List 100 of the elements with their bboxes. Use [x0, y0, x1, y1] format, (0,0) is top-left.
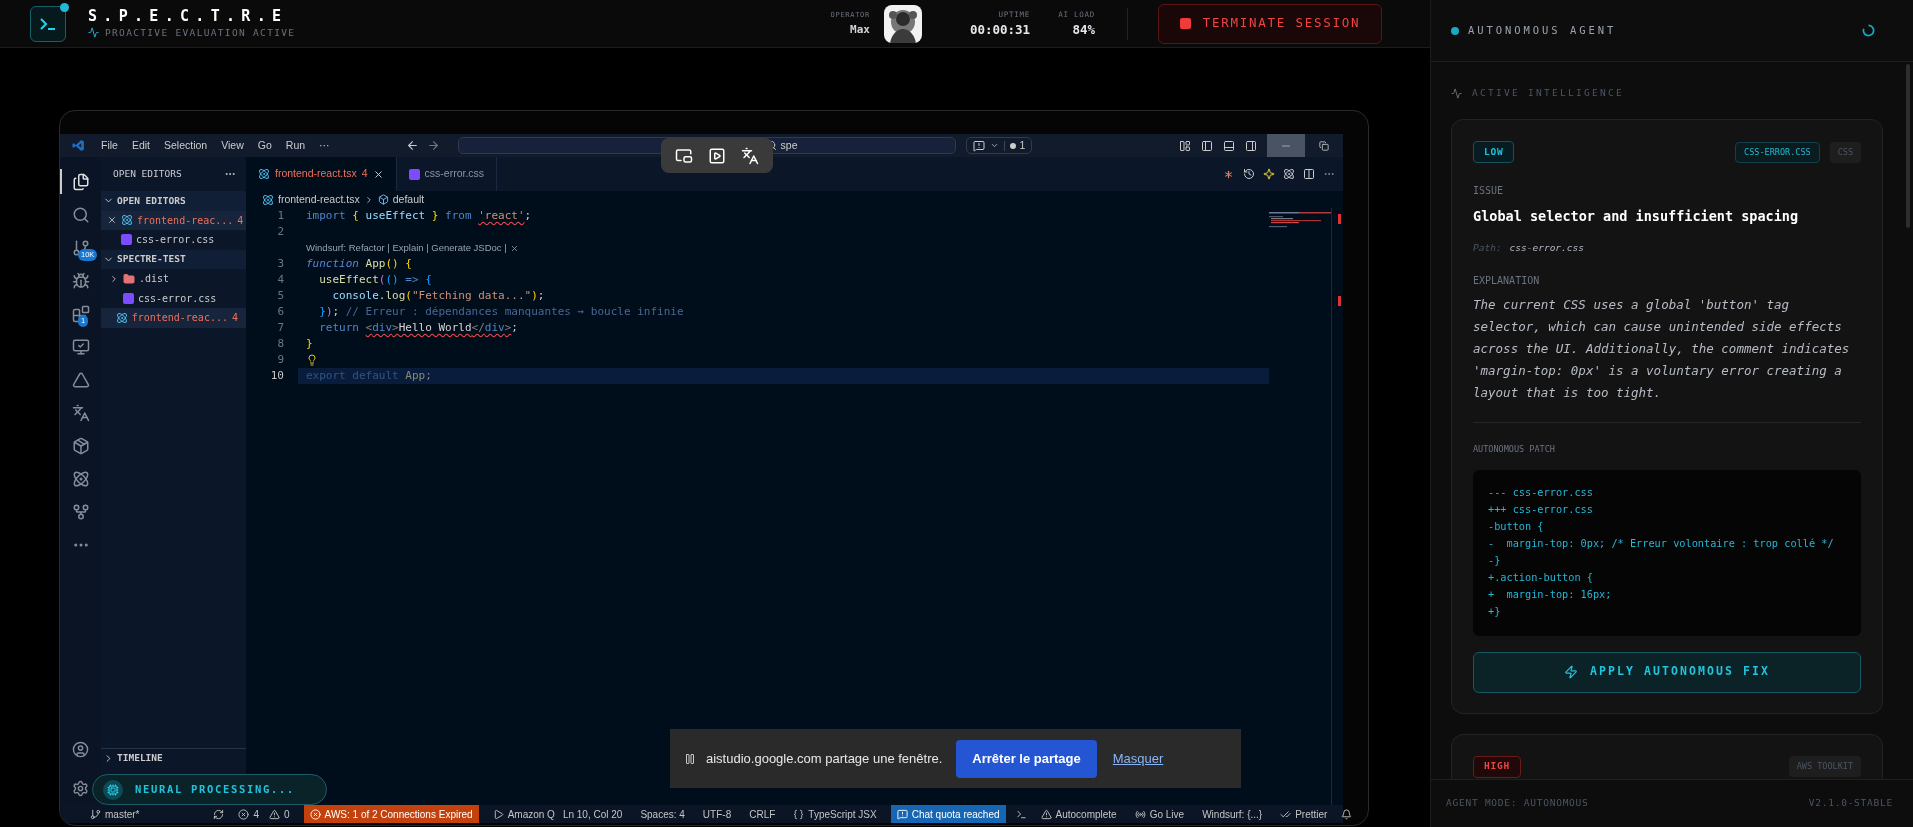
restore-icon [1319, 140, 1329, 151]
apply-fix-button[interactable]: APPLY AUTONOMOUS FIX [1473, 651, 1861, 693]
file-tag: AWS TOOLKIT [1788, 756, 1861, 777]
bell-icon[interactable] [1341, 808, 1353, 820]
patch-line: +.action-button { [1488, 569, 1594, 585]
menu-item[interactable]: View [215, 137, 250, 154]
line-number: 7 [276, 319, 285, 336]
status-item[interactable]: TypeScript JSX [789, 805, 881, 823]
translate-icon[interactable] [71, 403, 90, 422]
stop-sharing-button[interactable]: Arrêter le partage [956, 739, 1097, 778]
severity-badge: HIGH [1473, 755, 1521, 778]
explorer-row[interactable]: css-error.css [101, 288, 246, 308]
layout-icon[interactable] [1179, 139, 1191, 152]
css-file-icon [121, 234, 132, 246]
status-item[interactable]: CRLF [745, 805, 780, 823]
section-header[interactable]: SPECTRE-TEST [101, 249, 246, 269]
breadcrumb-item[interactable]: frontend-react.tsx [262, 191, 360, 208]
notification-count: 1 [1009, 137, 1026, 154]
package-icon[interactable] [71, 436, 90, 455]
split-editor-icon[interactable] [1303, 168, 1315, 180]
line-number: 6 [276, 303, 285, 320]
status-item[interactable]: Go Live [1130, 805, 1189, 823]
patch-label: AUTONOMOUS PATCH [1473, 442, 1556, 456]
issue-title: Global selector and insufficient spacing [1473, 207, 1800, 227]
menu-item[interactable]: Go [251, 137, 278, 154]
menu-item[interactable]: Selection [158, 137, 214, 154]
files-icon[interactable] [71, 172, 90, 191]
menu-item[interactable]: Run [279, 137, 312, 154]
triangle-icon[interactable] [71, 370, 90, 389]
path-label: Path: [1473, 240, 1502, 255]
patch-line: --- css-error.css [1488, 484, 1594, 500]
codelens-actions[interactable]: Windsurf: Refactor | Explain | Generate JSDoc | [306, 240, 519, 256]
history-icon[interactable] [1243, 168, 1255, 180]
version-label: V2.1.0-STABLE [1808, 796, 1893, 811]
copilot-control[interactable]: 1 [965, 137, 1033, 154]
status-item[interactable]: Ln 10, Col 20 [558, 805, 627, 823]
status-item[interactable]: 4 [234, 805, 263, 823]
breadcrumb-item[interactable]: default [363, 191, 425, 208]
lightbulb-icon[interactable] [306, 354, 318, 366]
monitor-icon[interactable] [71, 337, 90, 356]
status-item[interactable]: Chat quota reached [890, 805, 1006, 823]
explorer-row[interactable]: .dist [101, 269, 246, 289]
editor-tab[interactable]: css-error.css [396, 157, 498, 191]
patch-line: -} [1488, 552, 1502, 568]
account-icon[interactable] [72, 741, 89, 758]
explorer-row[interactable]: css-error.css [101, 230, 246, 250]
menu-item[interactable]: ··· [313, 137, 336, 154]
sparkle-icon[interactable] [1263, 168, 1275, 180]
fork-icon[interactable] [71, 502, 90, 521]
line-number: 9 [276, 351, 285, 368]
terminal-icon[interactable] [1015, 808, 1027, 820]
code-line: console.log("Fetching data..."); [331, 288, 546, 304]
video-sparkle-icon[interactable] [708, 146, 726, 165]
status-item[interactable]: Spaces: 4 [636, 805, 689, 823]
patch-line: +} [1488, 603, 1502, 619]
panel-bottom-icon[interactable] [1223, 139, 1235, 152]
patch-line: +++ css-error.css [1488, 501, 1594, 517]
close-icon[interactable] [107, 215, 117, 226]
play-icon [492, 808, 504, 820]
line-number: 8 [276, 335, 285, 352]
status-item[interactable]: Windsurf: {...} [1198, 805, 1267, 823]
line-number: 10 [269, 367, 285, 384]
code-line: return <div>Hello World</div>; [318, 320, 519, 336]
react-icon [121, 214, 133, 227]
explorer-row[interactable]: frontend-reac... 4 [101, 210, 246, 230]
translate-icon[interactable] [741, 146, 760, 165]
menu-item[interactable]: File [95, 137, 124, 154]
close-icon[interactable] [372, 168, 384, 180]
search-icon[interactable] [71, 205, 90, 224]
terminate-session-button[interactable]: TERMINATE SESSION [1158, 3, 1382, 44]
atom-icon[interactable] [1283, 168, 1295, 180]
back-arrow-icon[interactable] [405, 139, 419, 152]
issue-label: ISSUE [1473, 184, 1505, 199]
status-item[interactable]: master* [86, 805, 144, 823]
status-item[interactable]: AWS: 1 of 2 Connections Expired [303, 805, 479, 823]
react-icon [115, 311, 128, 324]
status-item[interactable]: UTF-8 [698, 805, 736, 823]
status-item[interactable]: Prettier [1276, 805, 1332, 823]
bug-icon[interactable] [71, 271, 90, 290]
sync-icon[interactable] [213, 808, 225, 820]
status-item[interactable]: Amazon Q [488, 805, 559, 823]
atom-icon[interactable] [71, 469, 90, 488]
picture-in-picture-icon[interactable] [674, 146, 693, 165]
error-icon [238, 808, 250, 820]
settings-icon[interactable] [72, 780, 89, 797]
explanation-text: The current CSS uses a global 'button' tag selector, which can cause unintended side effects across the UI. Additionally, the comment indicates 'margin-top: 0px' is a voluntary error creating a layout that is too tight. [1473, 295, 1851, 402]
forward-arrow-icon[interactable] [426, 139, 440, 152]
section-header[interactable]: OPEN EDITORS [101, 191, 246, 211]
status-item[interactable]: Autocomplete [1036, 805, 1121, 823]
status-item[interactable]: 0 [265, 805, 294, 823]
explorer-row[interactable]: frontend-reac... 4 [101, 308, 246, 328]
panel-right-icon[interactable] [1245, 139, 1257, 152]
pause-icon[interactable] [684, 751, 696, 766]
blocks-icon[interactable] [71, 304, 90, 323]
code-line: import { useEffect } from 'react'; [305, 208, 533, 224]
panel-left-icon[interactable] [1201, 139, 1213, 152]
editor-tab[interactable]: frontend-react.tsx 4 [246, 157, 397, 191]
processing-label: NEURAL PROCESSING... [135, 781, 296, 797]
menu-item[interactable]: Edit [125, 137, 156, 154]
hide-link[interactable]: Masquer [1112, 748, 1164, 769]
